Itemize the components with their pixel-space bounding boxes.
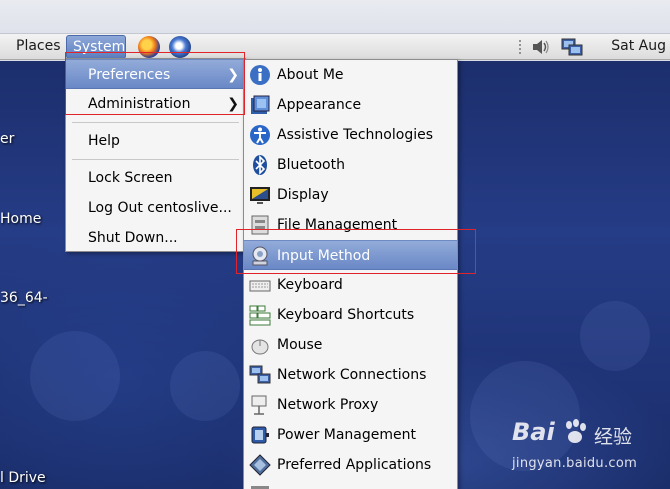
accessibility-icon bbox=[250, 125, 270, 145]
menu-item-shut-down[interactable]: Shut Down... bbox=[66, 223, 245, 253]
chevron-right-icon: ❯ bbox=[227, 67, 239, 83]
menu-item-appearance[interactable]: Appearance bbox=[244, 90, 457, 120]
watermark-brand: Bai bbox=[512, 418, 555, 446]
clock[interactable]: Sat Aug bbox=[611, 34, 666, 60]
file-management-icon bbox=[251, 215, 269, 235]
system-dropdown: Preferences ❯ Administration ❯ Help Lock… bbox=[65, 58, 246, 252]
menu-item-preferred-applications[interactable]: Preferred Applications bbox=[244, 450, 457, 480]
firefox-icon[interactable] bbox=[138, 36, 160, 58]
menu-item-preferences[interactable]: Preferences ❯ bbox=[66, 59, 245, 89]
keyboard-icon bbox=[249, 280, 271, 292]
keyboard-shortcuts-icon bbox=[249, 305, 271, 326]
menu-item-file-management[interactable]: File Management bbox=[244, 210, 457, 240]
network-icon[interactable] bbox=[561, 37, 583, 57]
bluetooth-icon bbox=[253, 155, 267, 175]
menu-item-keyboard[interactable]: Keyboard bbox=[244, 270, 457, 300]
menu-item-network-proxy[interactable]: Network Proxy bbox=[244, 390, 457, 420]
menu-item-mouse[interactable]: Mouse bbox=[244, 330, 457, 360]
power-management-icon bbox=[251, 426, 269, 444]
thunderbird-icon[interactable] bbox=[169, 36, 191, 58]
volume-icon[interactable] bbox=[532, 39, 550, 55]
window-top-strip bbox=[0, 0, 670, 34]
partial-menu-icon bbox=[251, 486, 269, 489]
watermark-cn: 经验 bbox=[594, 426, 633, 448]
system-menu[interactable]: System bbox=[66, 35, 126, 59]
menu-item-power-management[interactable]: Power Management bbox=[244, 420, 457, 450]
menu-item-input-method[interactable]: Input Method bbox=[244, 240, 457, 270]
menu-item-administration[interactable]: Administration ❯ bbox=[66, 89, 245, 119]
menu-item-display[interactable]: Display bbox=[244, 180, 457, 210]
desktop-label-home[interactable]: Home bbox=[0, 211, 41, 227]
menu-item-next-partial[interactable] bbox=[244, 480, 457, 489]
about-me-icon bbox=[250, 65, 270, 85]
preferred-applications-icon bbox=[249, 454, 271, 476]
preferences-submenu: About Me Appearance Assistive Technologi… bbox=[243, 59, 458, 489]
network-connections-icon bbox=[249, 365, 271, 384]
watermark-url: jingyan.baidu.com bbox=[512, 456, 638, 471]
network-proxy-icon bbox=[251, 395, 267, 415]
menu-item-bluetooth[interactable]: Bluetooth bbox=[244, 150, 457, 180]
baidu-watermark: Bai 经验 jingyan.baidu.com bbox=[512, 418, 662, 478]
desktop-label-drive[interactable]: l Drive bbox=[0, 470, 46, 486]
menu-item-about-me[interactable]: About Me bbox=[244, 60, 457, 90]
menu-separator bbox=[72, 159, 239, 160]
places-menu[interactable]: Places bbox=[16, 34, 61, 60]
paw-icon bbox=[566, 419, 586, 443]
appearance-icon bbox=[251, 95, 270, 114]
mouse-icon bbox=[251, 339, 269, 355]
desktop-label-live-cd[interactable]: 36_64- bbox=[0, 290, 48, 306]
top-panel: Places System Sat Aug bbox=[0, 34, 670, 60]
menu-item-log-out[interactable]: Log Out centoslive... bbox=[66, 193, 245, 223]
menu-separator bbox=[72, 122, 239, 123]
menu-item-lock-screen[interactable]: Lock Screen bbox=[66, 163, 245, 193]
menu-item-assistive-technologies[interactable]: Assistive Technologies bbox=[244, 120, 457, 150]
desktop-label-computer[interactable]: er bbox=[0, 131, 14, 147]
display-icon bbox=[250, 187, 270, 204]
panel-handle[interactable] bbox=[518, 39, 522, 55]
input-method-icon bbox=[252, 246, 268, 266]
menu-item-keyboard-shortcuts[interactable]: Keyboard Shortcuts bbox=[244, 300, 457, 330]
menu-item-help[interactable]: Help bbox=[66, 126, 245, 156]
chevron-right-icon: ❯ bbox=[227, 96, 239, 112]
menu-item-network-connections[interactable]: Network Connections bbox=[244, 360, 457, 390]
